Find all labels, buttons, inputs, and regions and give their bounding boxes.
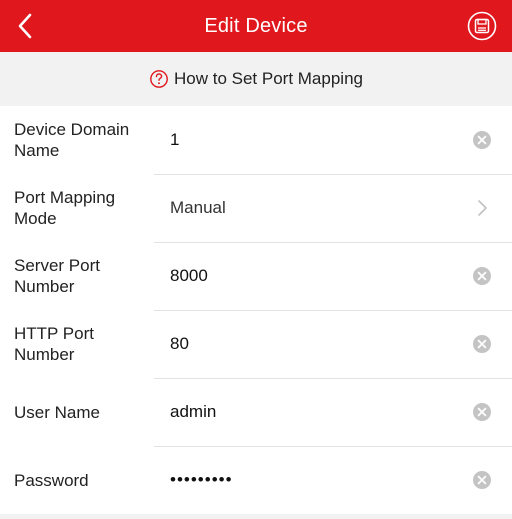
port-mapping-mode-row[interactable]: Port Mapping Mode Manual (0, 174, 512, 242)
clear-domain-button[interactable] (460, 118, 504, 162)
edit-device-screen: Edit Device How to Set Port Mapping Devi… (0, 0, 512, 519)
app-header: Edit Device (0, 0, 512, 52)
server-port-input[interactable]: 8000 (156, 266, 460, 286)
clear-icon (473, 403, 491, 421)
username-input[interactable]: admin (156, 402, 460, 422)
server-port-row: Server Port Number 8000 (0, 242, 512, 310)
password-row: Password ••••••••• (0, 446, 512, 514)
clear-icon (473, 267, 491, 285)
save-button[interactable] (466, 10, 498, 42)
http-port-row: HTTP Port Number 80 (0, 310, 512, 378)
bottom-strip (0, 514, 512, 519)
clear-icon (473, 335, 491, 353)
port-mapping-help-link[interactable]: How to Set Port Mapping (149, 69, 363, 89)
question-circle-icon (149, 69, 169, 89)
device-form: Device Domain Name 1 Port Mapping Mode M… (0, 106, 512, 514)
device-domain-row: Device Domain Name 1 (0, 106, 512, 174)
clear-username-button[interactable] (460, 390, 504, 434)
port-mapping-mode-label: Port Mapping Mode (14, 188, 116, 228)
clear-password-button[interactable] (460, 458, 504, 502)
password-input[interactable]: ••••••••• (156, 470, 460, 490)
back-button[interactable] (8, 8, 44, 44)
port-mapping-mode-value: Manual (170, 198, 226, 217)
save-icon (467, 11, 497, 41)
device-domain-input[interactable]: 1 (156, 130, 460, 150)
page-title: Edit Device (204, 14, 308, 37)
username-label: User Name (14, 402, 100, 422)
clear-icon (473, 131, 491, 149)
clear-icon (473, 471, 491, 489)
chevron-left-icon (18, 13, 32, 39)
device-domain-label: Device Domain Name (14, 120, 130, 160)
port-mapping-mode-chevron (460, 186, 504, 230)
username-row: User Name admin (0, 378, 512, 446)
http-port-input[interactable]: 80 (156, 334, 460, 354)
http-port-label: HTTP Port Number (14, 324, 94, 364)
password-label: Password (14, 470, 89, 490)
help-bar: How to Set Port Mapping (0, 52, 512, 106)
server-port-label: Server Port Number (14, 256, 100, 296)
chevron-right-icon (478, 200, 487, 216)
clear-server-port-button[interactable] (460, 254, 504, 298)
help-link-text: How to Set Port Mapping (174, 69, 363, 88)
clear-http-port-button[interactable] (460, 322, 504, 366)
